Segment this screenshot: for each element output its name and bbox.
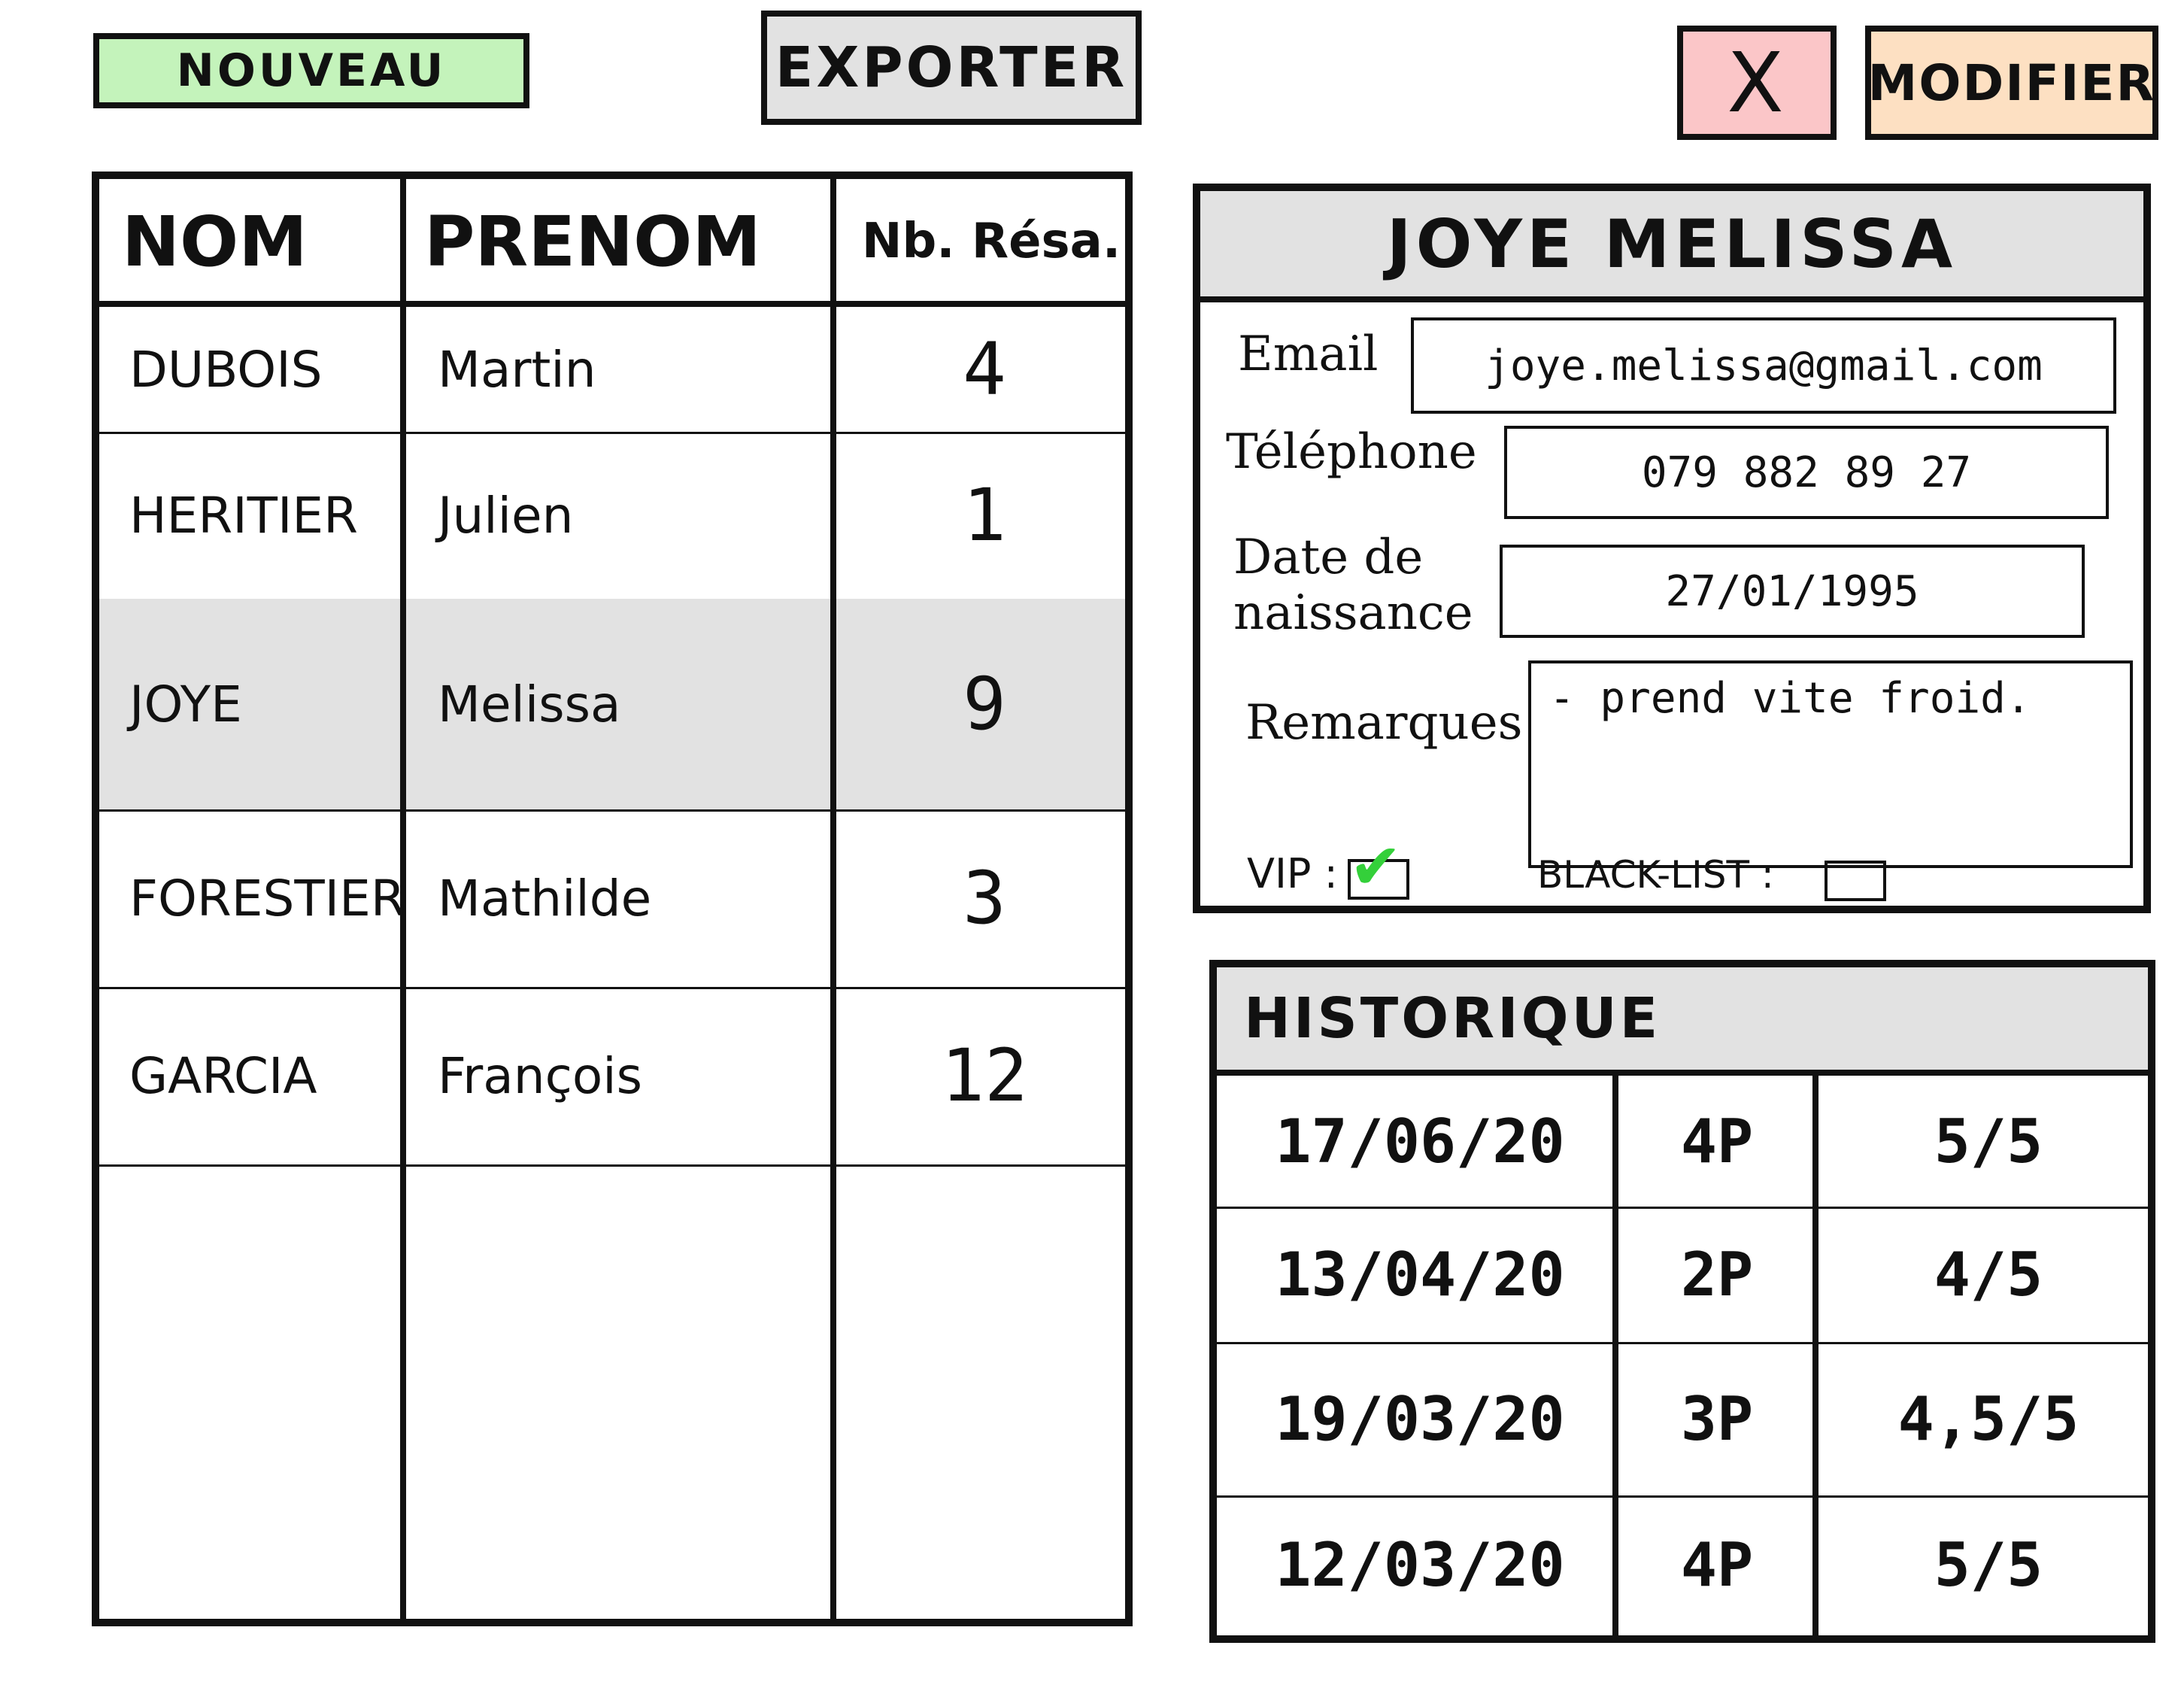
history-people: 4P xyxy=(1680,1529,1754,1600)
nb-resa-cell: 3 xyxy=(963,856,1006,940)
history-date: 12/03/20 xyxy=(1275,1529,1565,1600)
prenom-cell: Melissa xyxy=(438,675,621,733)
nb-resa-cell: 9 xyxy=(963,662,1006,746)
history-people: 4P xyxy=(1680,1106,1754,1176)
nb-resa-cell: 12 xyxy=(941,1034,1028,1118)
nom-cell: GARCIA xyxy=(129,1046,317,1105)
edit-button[interactable]: MODIFIER xyxy=(1865,26,2158,140)
new-button[interactable]: NOUVEAU xyxy=(93,33,529,108)
birthdate-field[interactable]: 27/01/1995 xyxy=(1500,545,2085,638)
history-rating: 5/5 xyxy=(1934,1106,2043,1176)
column-header-nom[interactable]: NOM xyxy=(122,179,400,304)
nom-cell: DUBOIS xyxy=(129,340,323,399)
client-table: NOM PRENOM Nb. Résa. DUBOIS Martin 4 HERITI… xyxy=(92,172,1133,1626)
remarks-field[interactable]: - prend vite froid. xyxy=(1528,660,2133,868)
column-divider xyxy=(830,179,836,1619)
history-date: 19/03/20 xyxy=(1275,1383,1565,1454)
column-divider xyxy=(1812,1070,1818,1635)
table-row[interactable]: FORESTIER Mathilde 3 xyxy=(99,809,1125,987)
history-panel: HISTORIQUE 17/06/20 4P 5/5 13/04/20 2P 4/5 19/… xyxy=(1209,960,2155,1643)
history-row[interactable]: 19/03/20 3P 4,5/5 xyxy=(1217,1342,2148,1495)
phone-label: Téléphone xyxy=(1226,424,1477,480)
birthdate-label: naissance xyxy=(1233,585,1473,641)
table-row[interactable]: JOYE Melissa 9 xyxy=(99,599,1125,809)
vip-label: VIP : xyxy=(1247,850,1338,897)
column-divider xyxy=(400,179,406,1619)
history-title: HISTORIQUE xyxy=(1217,967,2148,1076)
history-people: 3P xyxy=(1680,1383,1754,1454)
prenom-cell: Julien xyxy=(438,486,574,545)
phone-field[interactable]: 079 882 89 27 xyxy=(1504,426,2109,519)
history-date: 17/06/20 xyxy=(1275,1106,1565,1176)
nb-resa-cell: 1 xyxy=(963,473,1006,557)
history-date: 13/04/20 xyxy=(1275,1239,1565,1310)
history-people: 2P xyxy=(1680,1239,1754,1310)
prenom-cell: Mathilde xyxy=(438,869,652,927)
history-row[interactable]: 13/04/20 2P 4/5 xyxy=(1217,1207,2148,1342)
blacklist-label: BLACK-LIST : xyxy=(1537,853,1774,897)
column-header-nb-resa[interactable]: Nb. Résa. xyxy=(856,179,1127,304)
prenom-cell: François xyxy=(438,1046,642,1105)
nom-cell: FORESTIER xyxy=(129,869,405,927)
history-row[interactable]: 12/03/20 4P 5/5 xyxy=(1217,1495,2148,1634)
header-divider xyxy=(99,301,1125,307)
birthdate-label: Date de xyxy=(1233,530,1424,585)
history-rating: 4/5 xyxy=(1934,1239,2043,1310)
client-detail-card: JOYE MELISSA Email joye.melissa@gmail.co… xyxy=(1193,184,2151,913)
close-button[interactable]: X xyxy=(1677,26,1837,140)
export-button[interactable]: EXPORTER xyxy=(761,11,1142,125)
row-divider xyxy=(99,1164,1125,1167)
table-row[interactable]: HERITIER Julien 1 xyxy=(99,432,1125,599)
table-row[interactable]: DUBOIS Martin 4 xyxy=(99,307,1125,432)
close-icon: X xyxy=(1727,35,1787,131)
column-header-prenom[interactable]: PRENOM xyxy=(424,179,830,304)
nom-cell: HERITIER xyxy=(129,486,358,545)
history-row[interactable]: 17/06/20 4P 5/5 xyxy=(1217,1076,2148,1207)
history-rating: 5/5 xyxy=(1934,1529,2043,1600)
client-name-title: JOYE MELISSA xyxy=(1200,191,2143,302)
column-divider xyxy=(1612,1070,1618,1635)
prenom-cell: Martin xyxy=(438,340,596,399)
table-row[interactable]: GARCIA François 12 xyxy=(99,987,1125,1164)
email-label: Email xyxy=(1238,326,1379,382)
blacklist-checkbox[interactable] xyxy=(1825,861,1886,901)
nb-resa-cell: 4 xyxy=(963,327,1006,411)
remarks-label: Remarques xyxy=(1245,695,1523,751)
nom-cell: JOYE xyxy=(129,675,242,733)
email-field[interactable]: joye.melissa@gmail.com xyxy=(1411,317,2116,414)
checkmark-icon: ✔ xyxy=(1349,830,1403,903)
history-rating: 4,5/5 xyxy=(1897,1383,2079,1454)
